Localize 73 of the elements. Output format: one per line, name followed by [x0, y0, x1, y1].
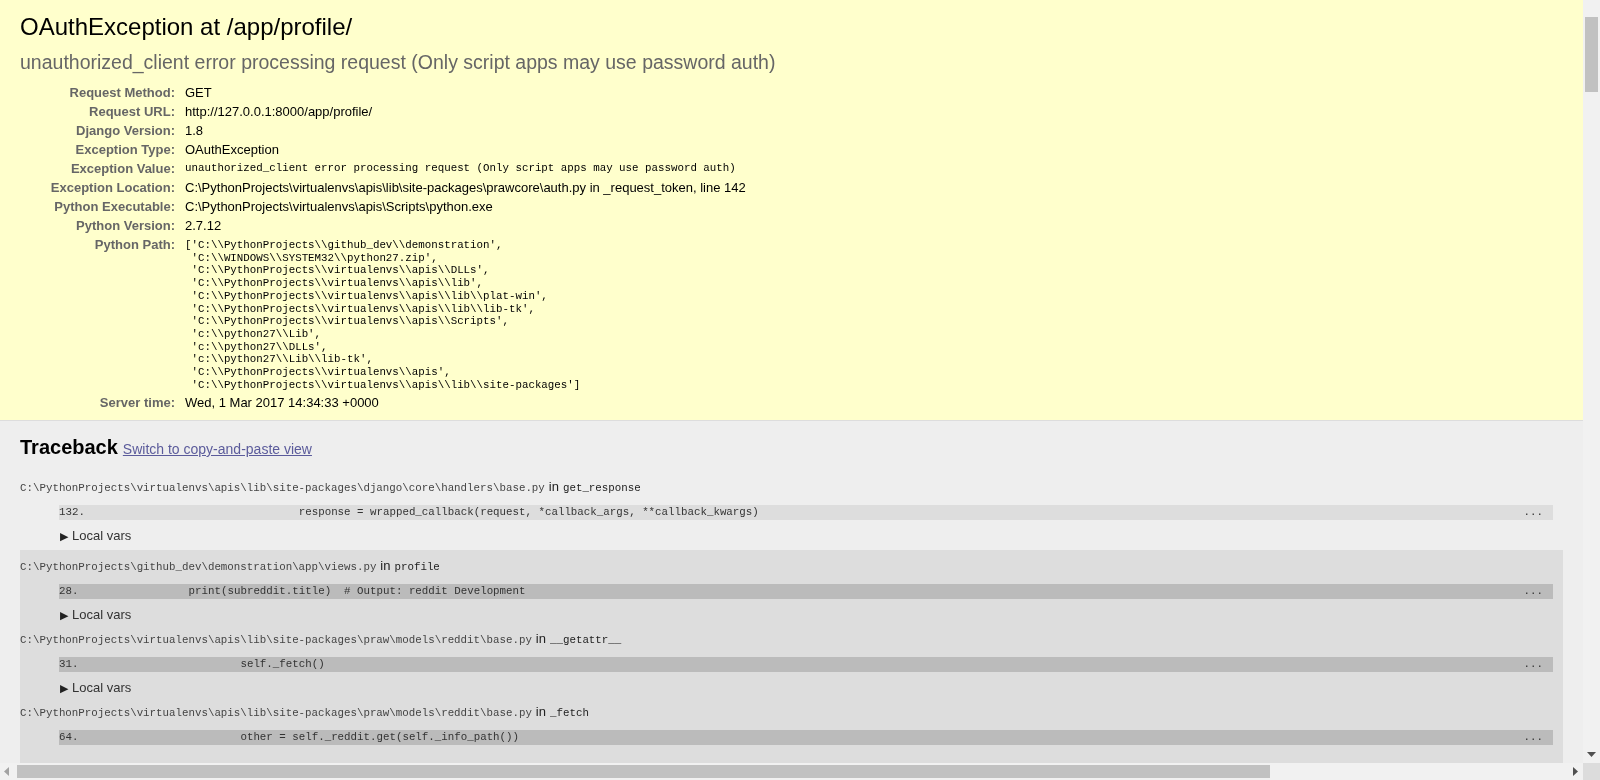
field-value: GET: [185, 84, 212, 102]
local-vars-toggle[interactable]: ▶ Local vars: [60, 606, 1563, 623]
line-number: 64.: [59, 729, 80, 745]
file-path: C:\PythonProjects\virtualenvs\apis\lib\site-packages\praw\models\reddit\base.py: [20, 706, 532, 721]
file-path: C:\PythonProjects\virtualenvs\apis\lib\site-packages\praw\models\reddit\base.py: [20, 633, 532, 648]
toggle-label: Local vars: [72, 679, 132, 696]
ellipsis-text: ...: [1523, 504, 1543, 520]
function-name: __getattr__: [550, 633, 622, 648]
field-label: Django Version:: [75, 122, 175, 140]
field-value: 1.8: [185, 122, 204, 140]
scroll-right-icon[interactable]: [1573, 767, 1578, 776]
section-heading: Traceback: [20, 435, 118, 459]
code-line: self._fetch(): [239, 656, 325, 672]
in-word: in: [380, 557, 391, 575]
code-line: other = self._reddit.get(self._info_path()): [239, 729, 520, 745]
line-number: 31.: [59, 656, 80, 672]
function-name: get_response: [562, 481, 641, 496]
path-line: 'c:\\python27\\Lib',: [190, 327, 323, 341]
code-line: response = wrapped_callback(request, *callback_args, **callback_kwargs): [297, 504, 759, 520]
line-number: 28.: [59, 583, 80, 599]
toggle-label: Local vars: [72, 606, 132, 623]
error-subtitle: unauthorized_client error processing request (Only script apps may use password auth): [20, 50, 777, 75]
scroll-down-icon[interactable]: [1587, 752, 1596, 757]
field-label: Python Path:: [93, 236, 175, 254]
path-line: 'c:\\python27\\Lib\\lib-tk',: [190, 353, 374, 367]
scrollbar-thumb[interactable]: [17, 765, 1270, 778]
in-word: in: [548, 478, 559, 496]
field-label: Exception Location:: [49, 179, 175, 197]
ellipsis-text: ...: [1523, 729, 1543, 745]
field-label: Server time:: [98, 394, 175, 413]
ellipsis-text: ...: [1523, 656, 1543, 672]
file-path: C:\PythonProjects\virtualenvs\apis\lib\site-packages\django\core\handlers\base.py: [20, 481, 545, 496]
field-value: C:\PythonProjects\virtualenvs\apis\Scripts\python.exe: [185, 198, 493, 216]
function-name: _fetch: [550, 706, 589, 721]
field-value: OAuthException: [185, 141, 279, 159]
in-word: in: [535, 703, 546, 721]
expand-arrow: ▶: [60, 680, 68, 696]
path-line: 'C:\\PythonProjects\\virtualenvs\\apis\\lib',: [190, 277, 485, 290]
path-line: 'C:\\PythonProjects\\virtualenvs\\apis',: [190, 366, 452, 379]
field-value: Wed, 1 Mar 2017 14:34:33 +0000: [185, 394, 379, 413]
scroll-left-icon[interactable]: [4, 767, 9, 776]
toggle-label: Local vars: [72, 527, 132, 544]
local-vars-toggle[interactable]: ▶ Local vars: [60, 527, 1583, 544]
field-value: unauthorized_client error processing request (Only script apps may use password auth): [185, 161, 736, 176]
field-label: Exception Value:: [69, 160, 175, 178]
function-name: profile: [394, 560, 440, 575]
local-vars-toggle[interactable]: ▶ Local vars: [60, 679, 1563, 696]
field-label: Request Method:: [68, 84, 175, 102]
expand-arrow: ▶: [60, 528, 68, 544]
path-line: 'C:\\PythonProjects\\virtualenvs\\apis\\lib\\plat-win',: [190, 289, 549, 303]
field-label: Python Version:: [75, 217, 175, 235]
field-value: 2.7.12: [185, 217, 222, 235]
path-line: 'C:\\PythonProjects\\virtualenvs\\apis\\lib\\site-packages']: [190, 378, 581, 392]
path-line: 'C:\\PythonProjects\\virtualenvs\\apis\\DLLs',: [190, 264, 491, 278]
field-label: Exception Type:: [74, 141, 175, 159]
expand-arrow: ▶: [60, 607, 68, 623]
file-path: C:\PythonProjects\github_dev\demonstration\app\views.py: [20, 560, 377, 575]
path-line: 'C:\\PythonProjects\\virtualenvs\\apis\\Scripts',: [190, 315, 510, 328]
path-line: 'c:\\python27\\DLLs',: [190, 340, 329, 354]
line-number: 132.: [59, 504, 86, 520]
code-line: print(subreddit.title) # Output: reddit Development: [187, 583, 526, 599]
view-switch-link[interactable]: Switch to copy-and-paste view: [122, 439, 312, 460]
field-label: Request URL:: [88, 103, 175, 121]
in-word: in: [535, 630, 546, 648]
field-label: Python Executable:: [53, 198, 175, 216]
path-line: 'C:\\PythonProjects\\virtualenvs\\apis\\lib\\lib-tk',: [190, 302, 536, 316]
path-line: ['C:\\PythonProjects\\github_dev\\demonstration',: [185, 239, 504, 252]
ellipsis-text: ...: [1523, 583, 1543, 599]
scrollbar-thumb[interactable]: [1585, 17, 1598, 92]
field-value: C:\PythonProjects\virtualenvs\apis\lib\site-packages\prawcore\auth.py in _request_token, line 142: [185, 179, 746, 197]
field-value: http://127.0.0.1:8000/app/profile/: [185, 103, 373, 121]
path-line: 'C:\\WINDOWS\\SYSTEM32\\python27.zip',: [190, 251, 439, 265]
page-title: OAuthException at /app/profile/: [20, 12, 354, 42]
